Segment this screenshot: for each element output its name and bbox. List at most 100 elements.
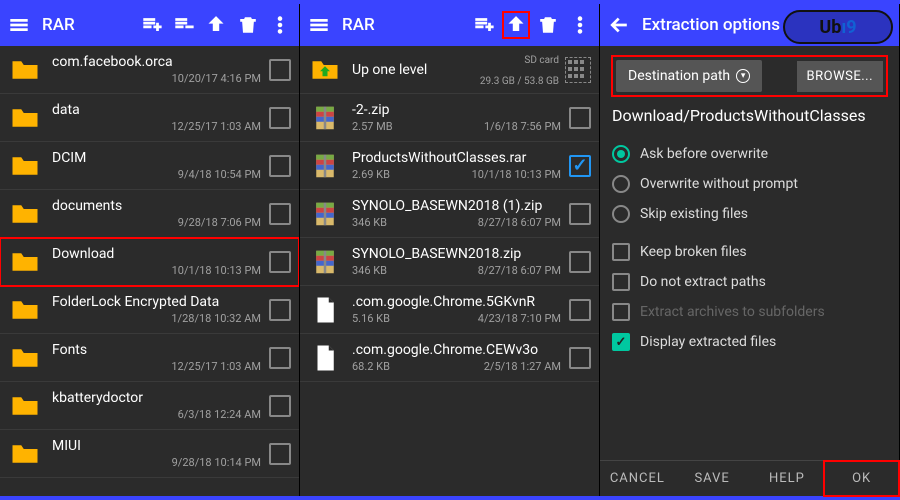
folder-date: 10/20/17 4:16 PM	[172, 72, 261, 85]
file-icon	[308, 343, 342, 373]
select-checkbox[interactable]	[269, 155, 291, 177]
folder-date: 9/28/18 10:14 PM	[172, 456, 261, 469]
save-button[interactable]: SAVE	[675, 461, 750, 496]
file-list[interactable]: com.facebook.orca 10/20/17 4:16 PM data …	[0, 46, 299, 496]
folder-row[interactable]: DCIM 9/4/18 10:54 PM	[0, 142, 299, 190]
select-checkbox[interactable]	[269, 107, 291, 129]
more-icon[interactable]	[567, 12, 593, 38]
select-checkbox[interactable]	[569, 251, 591, 273]
select-checkbox[interactable]	[569, 299, 591, 321]
help-button[interactable]: HELP	[750, 461, 825, 496]
file-browser-panel-1: RAR com.facebook.orca 10/20/17 4:16 PM d…	[0, 4, 300, 496]
select-checkbox[interactable]	[269, 347, 291, 369]
select-checkbox[interactable]	[269, 443, 291, 465]
folder-name: data	[52, 102, 261, 118]
folder-date: 9/4/18 10:54 PM	[178, 168, 261, 181]
browse-button[interactable]: BROWSE...	[797, 61, 883, 92]
menu-icon[interactable]	[306, 12, 332, 38]
overwrite-option[interactable]: Ask before overwrite	[612, 139, 887, 169]
sort-remove-icon[interactable]	[171, 12, 197, 38]
checkbox-label: Keep broken files	[640, 244, 747, 260]
folder-icon	[8, 391, 42, 421]
delete-icon[interactable]	[535, 12, 561, 38]
file-size: 346 KB	[352, 216, 387, 229]
folder-icon	[8, 295, 42, 325]
folder-date: 12/25/17 1:03 AM	[171, 360, 261, 373]
cancel-button[interactable]: CANCEL	[600, 461, 675, 496]
archive-icon	[308, 103, 342, 133]
overwrite-option[interactable]: Skip existing files	[612, 199, 887, 229]
radio-icon	[612, 175, 630, 193]
folder-icon	[8, 439, 42, 469]
file-list[interactable]: Up one level SD card 29.3 GB / 53.8 GB -…	[300, 46, 599, 496]
file-row[interactable]: -2-.zip 2.57 MB1/6/18 7:56 PM	[300, 94, 599, 142]
folder-date: 9/28/18 7:06 PM	[178, 216, 261, 229]
extract-up-icon[interactable]	[503, 12, 529, 38]
extract-option[interactable]: Do not extract paths	[612, 267, 887, 297]
folder-date: 6/3/18 12:24 AM	[178, 408, 261, 421]
sort-add-icon[interactable]	[139, 12, 165, 38]
up-one-level-row[interactable]: Up one level SD card 29.3 GB / 53.8 GB	[300, 46, 599, 94]
folder-name: documents	[52, 198, 261, 214]
back-icon[interactable]	[606, 12, 632, 38]
toolbar: RAR	[0, 4, 299, 46]
app-title: RAR	[342, 15, 375, 35]
file-name: SYNOLO_BASEWN2018 (1).zip	[352, 198, 561, 215]
file-date: 2/5/18 1:27 AM	[484, 360, 561, 373]
menu-icon[interactable]	[6, 12, 32, 38]
select-checkbox[interactable]	[269, 251, 291, 273]
file-date: 1/6/18 7:56 PM	[484, 120, 561, 133]
folder-icon	[8, 343, 42, 373]
extract-option[interactable]: Display extracted files	[612, 327, 887, 357]
checkbox-label: Do not extract paths	[640, 274, 766, 290]
extract-up-icon[interactable]	[203, 12, 229, 38]
select-checkbox[interactable]	[569, 203, 591, 225]
storage-space: 29.3 GB / 53.8 GB	[480, 76, 559, 87]
select-checkbox[interactable]	[569, 107, 591, 129]
file-date: 8/27/18 6:07 PM	[478, 264, 561, 277]
extract-option[interactable]: Keep broken files	[612, 237, 887, 267]
checkbox-label: Display extracted files	[640, 334, 776, 350]
file-size: 5.16 KB	[352, 312, 390, 325]
destination-path-dropdown[interactable]: Destination path ▾	[616, 60, 762, 92]
folder-row[interactable]: Download 10/1/18 10:13 PM	[0, 238, 299, 286]
folder-name: com.facebook.orca	[52, 54, 261, 70]
file-row[interactable]: SYNOLO_BASEWN2018.zip 346 KB 8/27/18 6:07…	[300, 238, 599, 286]
folder-row[interactable]: com.facebook.orca 10/20/17 4:16 PM	[0, 46, 299, 94]
checkbox-icon	[612, 243, 630, 261]
folder-name: DCIM	[52, 150, 261, 166]
folder-row[interactable]: MIUI 9/28/18 10:14 PM	[0, 430, 299, 478]
checkbox-icon	[612, 333, 630, 351]
delete-icon[interactable]	[235, 12, 261, 38]
file-browser-panel-2: RAR Up one level SD card 29.3 GB / 53.8 …	[300, 4, 600, 496]
select-checkbox[interactable]	[569, 347, 591, 369]
select-checkbox[interactable]	[269, 395, 291, 417]
folder-name: FolderLock Encrypted Data	[52, 294, 261, 310]
folder-name: MIUI	[52, 438, 261, 454]
select-checkbox[interactable]	[269, 59, 291, 81]
folder-row[interactable]: Fonts 12/25/17 1:03 AM	[0, 334, 299, 382]
more-icon[interactable]	[267, 12, 293, 38]
file-row[interactable]: SYNOLO_BASEWN2018 (1).zip 346 KB8/27/18 …	[300, 190, 599, 238]
file-name: SYNOLO_BASEWN2018.zip	[352, 246, 561, 262]
folder-row[interactable]: kbatterydoctor 6/3/18 12:24 AM	[0, 382, 299, 430]
folder-row[interactable]: data 12/25/17 1:03 AM	[0, 94, 299, 142]
file-row[interactable]: .com.google.Chrome.5GKvnR 5.16 KB4/23/18…	[300, 286, 599, 334]
folder-icon	[8, 247, 42, 277]
folder-row[interactable]: documents 9/28/18 7:06 PM	[0, 190, 299, 238]
select-checkbox[interactable]	[569, 155, 591, 177]
file-size: 2.69 KB	[352, 168, 390, 181]
file-icon	[308, 295, 342, 325]
folder-icon	[8, 55, 42, 85]
grid-view-icon[interactable]	[565, 57, 591, 83]
ok-button[interactable]: OK	[824, 461, 899, 496]
file-size: 346 KB	[352, 264, 387, 277]
file-row[interactable]: ProductsWithoutClasses.rar 2.69 KB10/1/1…	[300, 142, 599, 190]
select-checkbox[interactable]	[269, 299, 291, 321]
sort-add-icon[interactable]	[471, 12, 497, 38]
folder-row[interactable]: FolderLock Encrypted Data 1/28/18 10:32 …	[0, 286, 299, 334]
file-row[interactable]: .com.google.Chrome.CEWv3o 68.2 KB2/5/18 …	[300, 334, 599, 382]
select-checkbox[interactable]	[269, 203, 291, 225]
folder-icon	[8, 103, 42, 133]
overwrite-option[interactable]: Overwrite without prompt	[612, 169, 887, 199]
